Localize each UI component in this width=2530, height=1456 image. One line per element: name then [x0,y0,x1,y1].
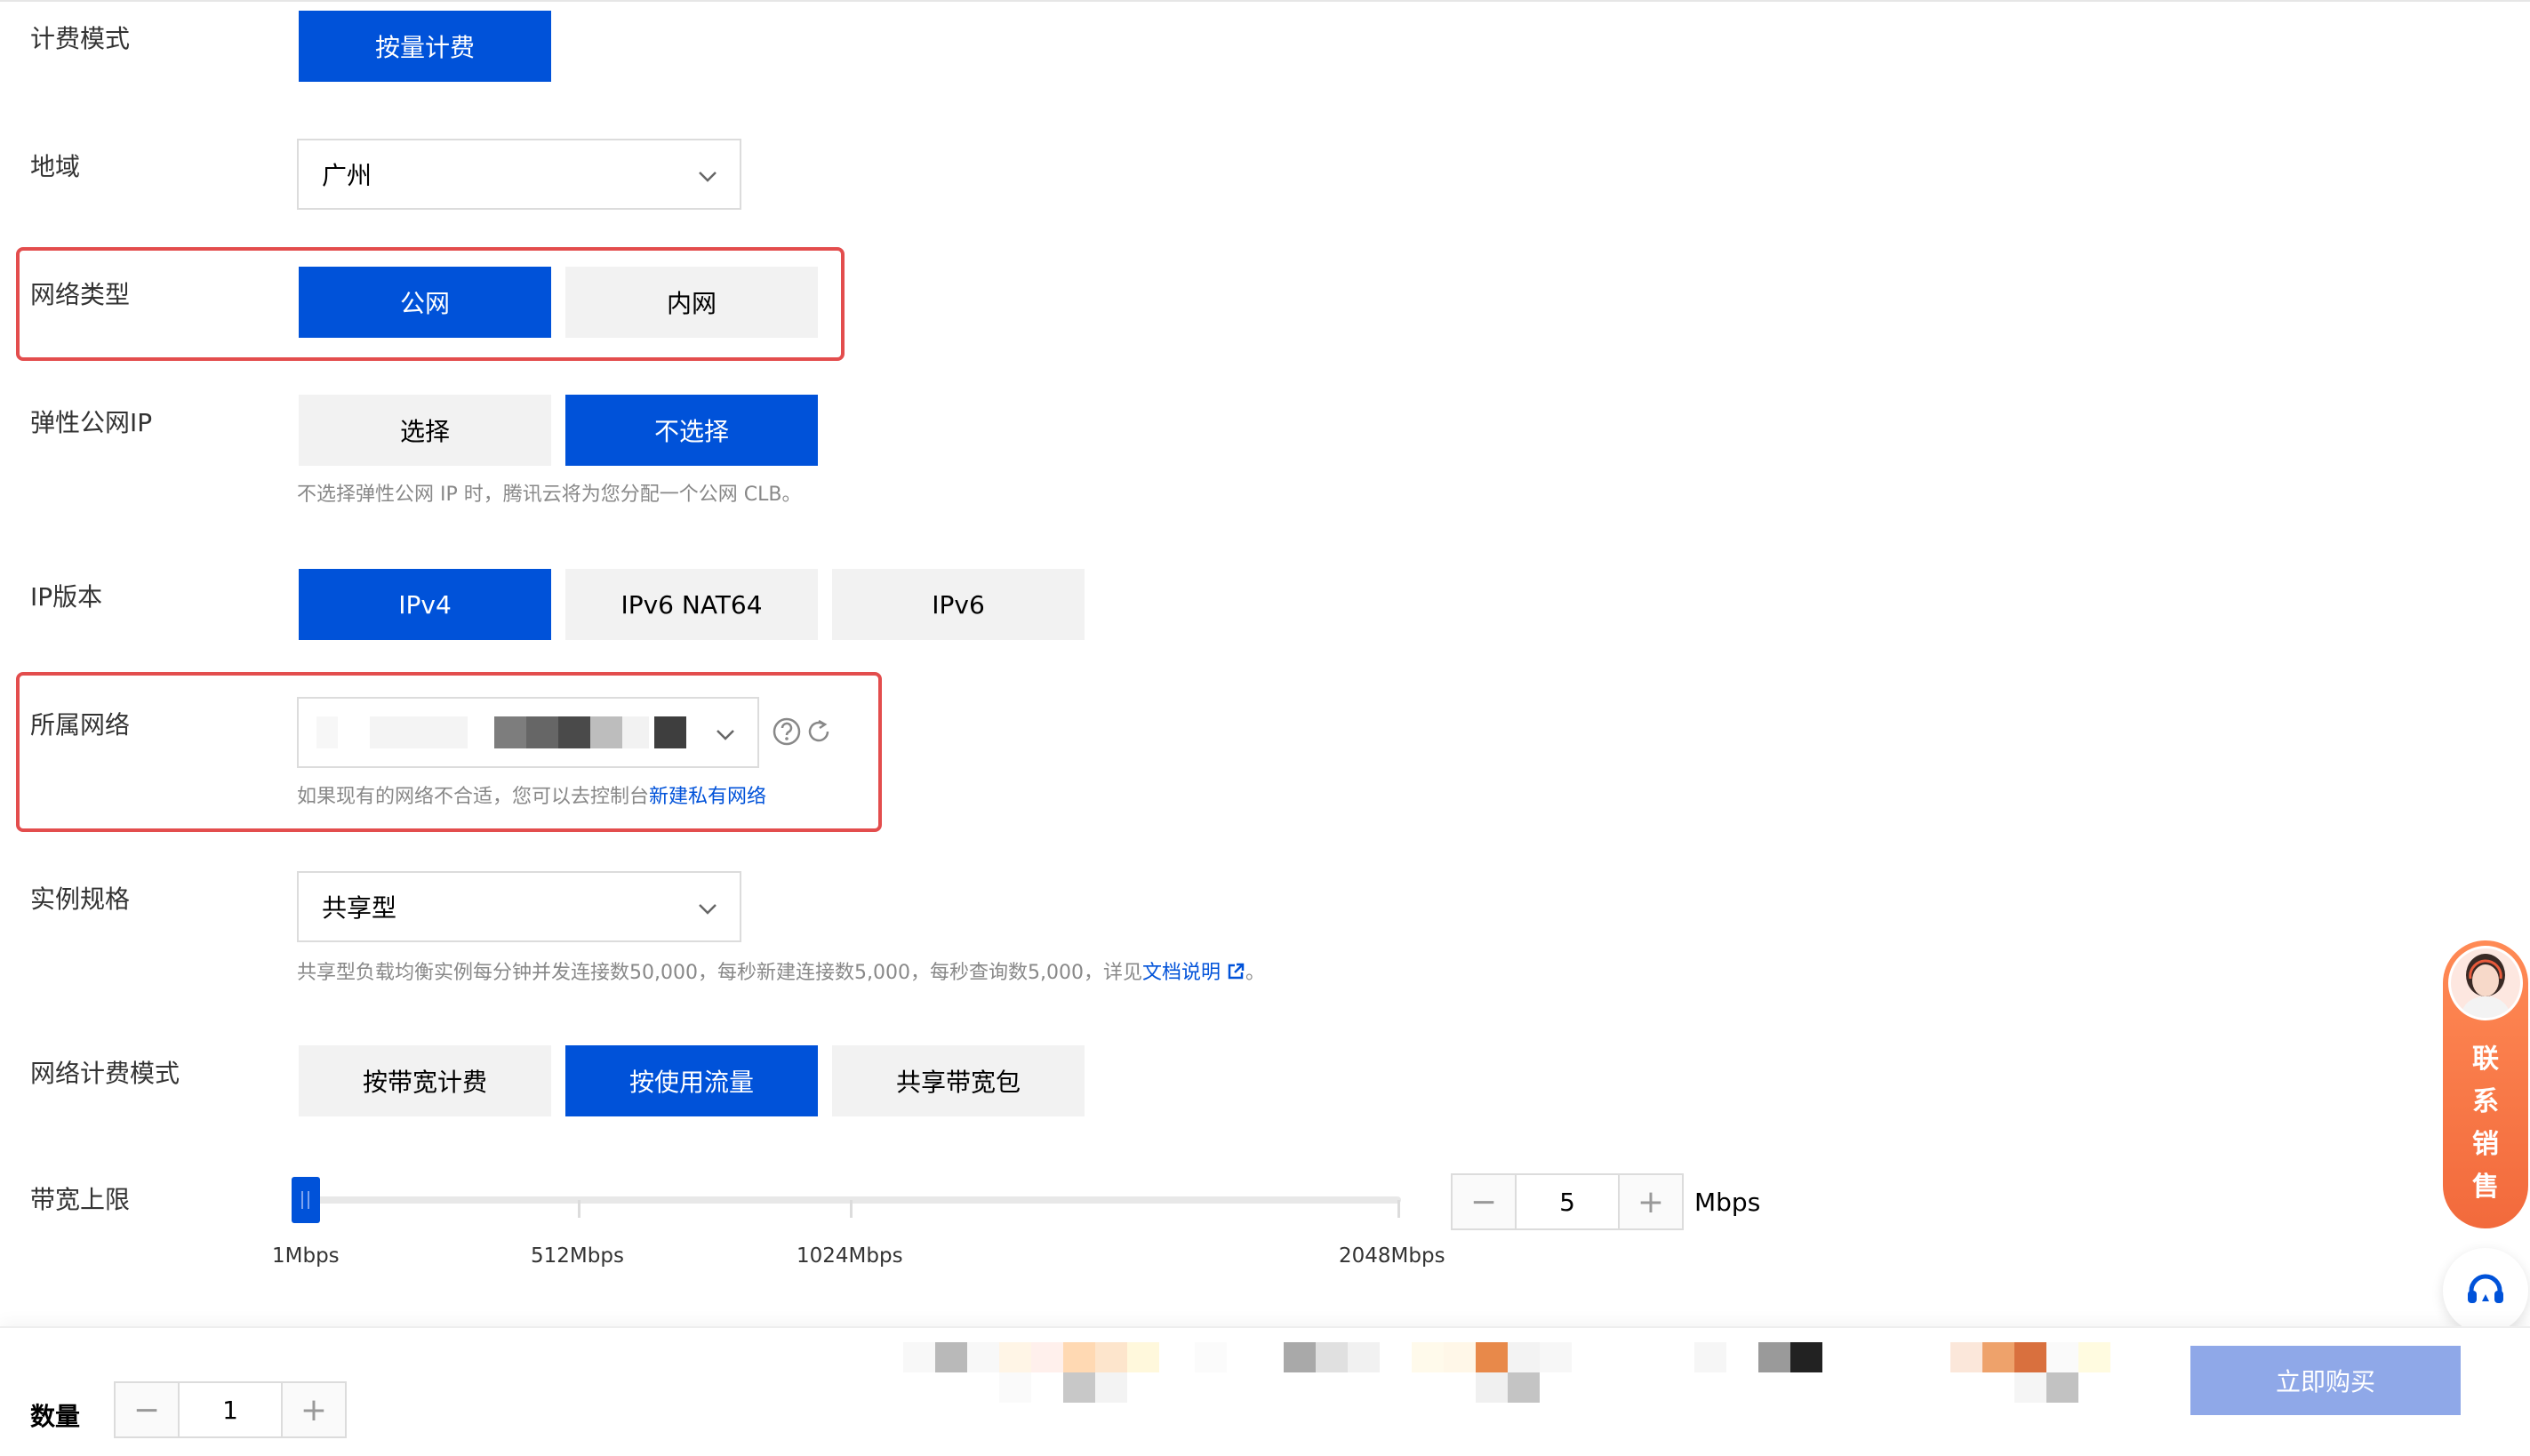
spec-hint: 共享型负载均衡实例每分钟并发连接数50,000，每秒新建连接数5,000，每秒查… [297,962,1265,983]
spec-select[interactable]: 共享型 [297,871,741,942]
billing-mode-pay-as-you-go-button[interactable]: 按量计费 [299,11,551,82]
quantity-input[interactable]: 1 [178,1383,283,1436]
eip-label: 弹性公网IP [30,408,153,437]
bandwidth-slider-handle[interactable] [292,1177,320,1223]
bandwidth-value-input[interactable]: 5 [1515,1175,1620,1228]
vpc-label: 所属网络 [30,710,131,740]
refresh-icon[interactable] [804,716,834,747]
top-divider [0,0,2530,2]
bandwidth-decrease-button[interactable]: − [1453,1175,1515,1228]
billing-mode-label: 计费模式 [30,24,131,53]
network-type-label: 网络类型 [30,280,131,309]
vpc-value-redacted [316,716,690,748]
vpc-hint-text: 如果现有的网络不合适，您可以去控制台 [297,786,650,808]
agent-avatar-icon [2448,946,2523,1020]
eip-hint: 不选择弹性公网 IP 时，腾讯云将为您分配一个公网 CLB。 [297,484,802,506]
net-billing-bandwidth-button[interactable]: 按带宽计费 [299,1045,551,1116]
slider-tick [1397,1200,1400,1218]
tick-label-1024mbps: 1024Mbps [797,1244,903,1268]
create-vpc-link[interactable]: 新建私有网络 [649,786,766,808]
chevron-down-icon [699,904,717,915]
bandwidth-stepper[interactable]: − 5 + [1451,1173,1684,1230]
tick-label-512mbps: 512Mbps [531,1244,624,1268]
ip-version-ipv6-nat64-button[interactable]: IPv6 NAT64 [565,569,818,640]
buy-now-button[interactable]: 立即购买 [2190,1346,2461,1415]
chevron-down-icon [717,730,734,740]
eip-select-button[interactable]: 选择 [299,395,551,466]
spec-hint-text: 共享型负载均衡实例每分钟并发连接数50,000，每秒新建连接数5,000，每秒查… [297,962,1142,984]
quantity-increase-button[interactable]: + [283,1383,345,1436]
net-billing-label: 网络计费模式 [30,1059,180,1088]
network-type-public-button[interactable]: 公网 [299,267,551,338]
region-select[interactable]: 广州 [297,139,741,210]
spec-hint-end: 。 [1245,962,1265,984]
bandwidth-label: 带宽上限 [30,1185,131,1214]
support-button[interactable] [2443,1248,2528,1333]
contact-sales-text: 联 系 销 售 [2472,1044,2499,1203]
help-icon[interactable] [772,716,802,747]
slider-tick [850,1200,853,1218]
eip-not-select-button[interactable]: 不选择 [565,395,818,466]
region-label: 地域 [30,152,81,181]
net-billing-traffic-button[interactable]: 按使用流量 [565,1045,818,1116]
region-value: 广州 [322,161,372,190]
contact-sales-widget[interactable]: 联 系 销 售 [2443,940,2528,1228]
purchase-bar [0,1326,2530,1456]
tick-label-2048mbps: 2048Mbps [1339,1244,1445,1268]
ip-version-ipv6-button[interactable]: IPv6 [832,569,1085,640]
vpc-hint: 如果现有的网络不合适，您可以去控制台新建私有网络 [297,788,766,807]
quantity-stepper[interactable]: − 1 + [114,1381,347,1438]
bandwidth-increase-button[interactable]: + [1620,1175,1682,1228]
bandwidth-unit: Mbps [1694,1188,1761,1217]
spec-value: 共享型 [322,893,397,923]
ip-version-label: IP版本 [30,582,103,612]
quantity-label: 数量 [30,1402,81,1431]
tick-label-1mbps: 1Mbps [272,1244,340,1268]
headset-icon [2468,1274,2503,1303]
external-link-icon[interactable] [1226,962,1245,981]
ip-version-ipv4-button[interactable]: IPv4 [299,569,551,640]
net-billing-shared-package-button[interactable]: 共享带宽包 [832,1045,1085,1116]
doc-link[interactable]: 文档说明 [1142,962,1221,984]
slider-tick [578,1200,580,1218]
network-type-private-button[interactable]: 内网 [565,267,818,338]
quantity-decrease-button[interactable]: − [116,1383,178,1436]
chevron-down-icon [699,172,717,182]
vpc-select[interactable] [297,697,759,768]
spec-label: 实例规格 [30,884,131,914]
